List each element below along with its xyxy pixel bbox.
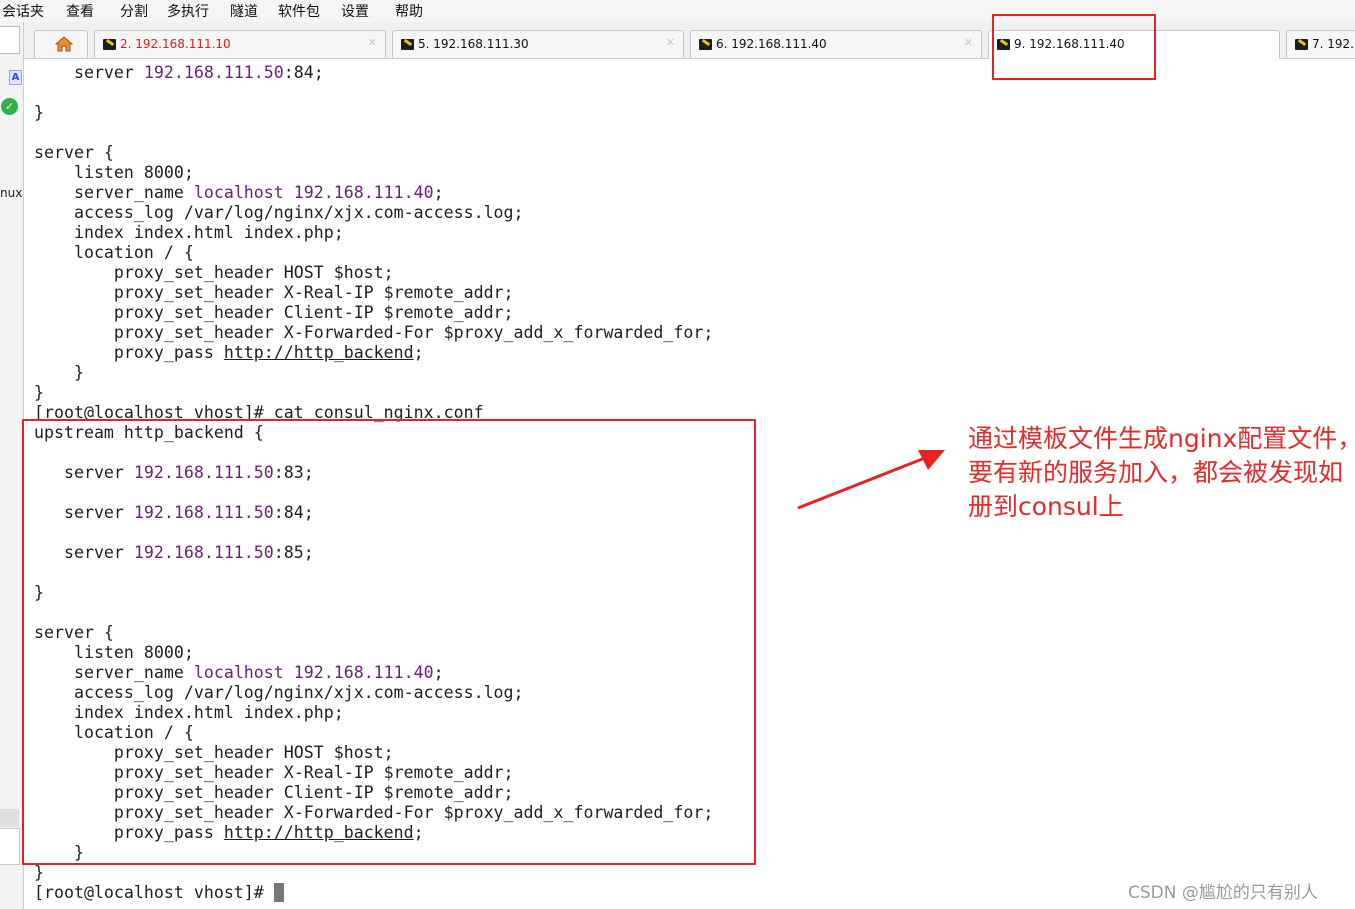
terminal-cursor: [274, 883, 284, 902]
text-segment: location / {: [34, 243, 194, 262]
text-segment: ;: [433, 183, 444, 202]
underlined-text: http://http_backend: [223, 343, 414, 362]
text-segment: :84;: [283, 63, 324, 82]
highlighted-value: localhost 192.168.111.40: [193, 183, 434, 202]
left-sidebar: A ✓ nux: [0, 22, 24, 909]
sidebar-partial-label: nux: [0, 186, 23, 200]
terminal-line: server_name localhost 192.168.111.40;: [34, 183, 444, 203]
terminal-line: [root@localhost vhost]#: [34, 883, 274, 903]
config-highlight-box: [22, 419, 756, 865]
menu-split[interactable]: 分割: [120, 1, 148, 21]
tab-session-6[interactable]: 6. 192.168.111.40 ✕: [690, 30, 982, 58]
terminal-line: proxy_set_header HOST $host;: [34, 263, 394, 283]
tab-session-5[interactable]: 5. 192.168.111.30 ✕: [392, 30, 684, 58]
close-icon[interactable]: ✕: [368, 36, 377, 49]
terminal-line: }: [34, 863, 44, 883]
terminal-line: }: [34, 363, 84, 383]
annotation-note: 通过模板文件生成nginx配置文件， 要有新的服务加入，都会被发现如 册到con…: [968, 422, 1355, 524]
tab-session-2[interactable]: 2. 192.168.111.10 ✕: [94, 30, 386, 58]
tab-session-7[interactable]: 7. 192.: [1286, 30, 1355, 58]
terminal-line: proxy_set_header Client-IP $remote_addr;: [34, 303, 514, 323]
text-segment: [root@localhost vhost]#: [34, 883, 274, 902]
terminal-line: }: [34, 103, 44, 123]
terminal-icon: [1295, 39, 1308, 50]
annotation-arrow: [797, 450, 945, 510]
watermark: CSDN @尴尬的只有别人: [1128, 883, 1318, 903]
terminal-line: }: [34, 383, 44, 403]
terminal-line: server {: [34, 143, 114, 163]
terminal-line: index index.html index.php;: [34, 223, 344, 243]
text-segment: ;: [413, 343, 424, 362]
text-segment: proxy_set_header Client-IP $remote_addr;: [34, 303, 514, 322]
menu-packages[interactable]: 软件包: [278, 1, 320, 21]
annotation-line: 要有新的服务加入，都会被发现如: [968, 458, 1344, 487]
tab-home[interactable]: [34, 30, 88, 58]
sidebar-box[interactable]: [0, 26, 20, 54]
sidebar-lower-block: [0, 809, 19, 827]
text-segment: server: [34, 63, 144, 82]
terminal-line: access_log /var/log/nginx/xjx.com-access…: [34, 203, 524, 223]
terminal-icon: [401, 39, 414, 50]
text-segment: }: [34, 103, 44, 122]
terminal-line: listen 8000;: [34, 163, 194, 183]
text-segment: }: [34, 363, 84, 382]
close-icon[interactable]: ✕: [964, 36, 973, 49]
menu-multiexec[interactable]: 多执行: [167, 1, 209, 21]
terminal-line: proxy_pass http://http_backend;: [34, 343, 424, 363]
text-segment: proxy_set_header X-Real-IP $remote_addr;: [34, 283, 514, 302]
check-icon[interactable]: ✓: [1, 98, 18, 115]
menu-help[interactable]: 帮助: [395, 1, 423, 21]
terminal-icon: [103, 39, 116, 50]
tab-highlight-box: [992, 14, 1156, 80]
sidebar-lower-box[interactable]: [0, 828, 20, 865]
terminal-line: server 192.168.111.50:84;: [34, 63, 324, 83]
text-segment: access_log /var/log/nginx/xjx.com-access…: [34, 203, 524, 222]
text-segment: server {: [34, 143, 114, 162]
text-segment: proxy_set_header HOST $host;: [34, 263, 394, 282]
close-icon[interactable]: ✕: [666, 36, 675, 49]
text-segment: proxy_pass: [34, 343, 224, 362]
terminal-icon: [699, 39, 712, 50]
home-icon: [55, 36, 73, 52]
highlighted-value: 192.168.111.50: [143, 63, 284, 82]
menu-tunnel[interactable]: 隧道: [230, 1, 258, 21]
terminal-line: proxy_set_header X-Real-IP $remote_addr;: [34, 283, 514, 303]
menu-sessions[interactable]: 会话夹: [2, 1, 44, 21]
annotation-line: 册到consul上: [968, 492, 1124, 521]
text-segment: listen 8000;: [34, 163, 194, 182]
annotation-line: 通过模板文件生成nginx配置文件，: [968, 424, 1355, 453]
terminal-line: location / {: [34, 243, 194, 263]
text-segment: index index.html index.php;: [34, 223, 344, 242]
text-segment: proxy_set_header X-Forwarded-For $proxy_…: [34, 323, 714, 342]
font-icon[interactable]: A: [9, 70, 22, 85]
menu-view[interactable]: 查看: [66, 1, 94, 21]
text-segment: server_name: [34, 183, 194, 202]
text-segment: }: [34, 863, 44, 882]
text-segment: }: [34, 383, 44, 402]
terminal-line: proxy_set_header X-Forwarded-For $proxy_…: [34, 323, 713, 343]
menu-settings[interactable]: 设置: [341, 1, 369, 21]
